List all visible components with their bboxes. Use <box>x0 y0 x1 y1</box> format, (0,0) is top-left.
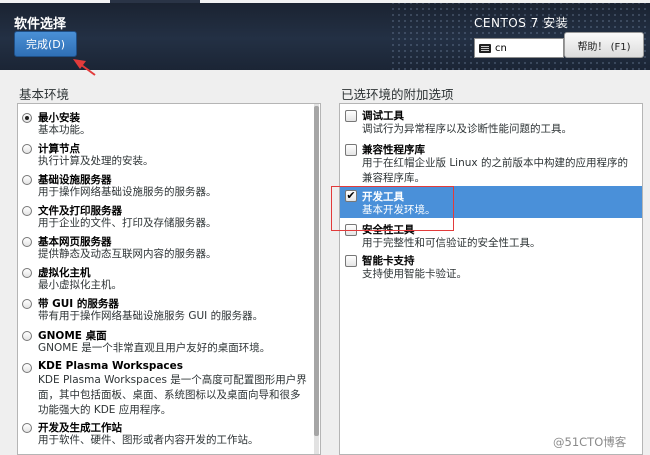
radio-button[interactable] <box>22 423 32 433</box>
env-desc-line: KDE Plasma Workspaces 是一个高度可配置图形用户界 <box>38 374 307 386</box>
radio-button[interactable] <box>22 175 32 185</box>
checkbox[interactable] <box>345 255 357 267</box>
checkbox[interactable] <box>345 144 357 156</box>
radio-button[interactable] <box>22 299 32 309</box>
env-name: KDE Plasma Workspaces <box>38 360 184 372</box>
env-desc: 提供静态及动态互联网内容的服务器。 <box>38 248 217 260</box>
radio-button[interactable] <box>22 363 32 373</box>
addon-desc: 调试行为异常程序以及诊断性能问题的工具。 <box>362 123 572 135</box>
radio-button[interactable] <box>22 268 32 278</box>
base-env-gnome-desktop[interactable]: GNOME 桌面 GNOME 是一个非常直观且用户友好的桌面环境。 <box>18 326 320 356</box>
addon-smart-card-support[interactable]: 智能卡支持 支持使用智能卡验证。 <box>340 251 642 282</box>
base-env-web-server[interactable]: 基本网页服务器 提供静态及动态互联网内容的服务器。 <box>18 232 320 262</box>
addon-name: 调试工具 <box>362 110 404 122</box>
base-env-minimal[interactable]: 最小安装 基本功能。 <box>18 108 320 138</box>
env-desc-line: 面，其中包括面板、桌面、系统图标以及桌面向导和很多 <box>38 389 301 401</box>
env-desc: 执行计算及处理的安装。 <box>38 155 154 167</box>
base-env-dev-workstation[interactable]: 开发及生成工作站 用于软件、硬件、图形或者内容开发的工作站。 <box>18 418 320 448</box>
env-desc: 用于操作网络基础设施服务的服务器。 <box>38 186 217 198</box>
addons-list: 调试工具 调试行为异常程序以及诊断性能问题的工具。 兼容性程序库 用于在红帽企业… <box>339 103 643 455</box>
base-env-server-with-gui[interactable]: 带 GUI 的服务器 带有用于操作网络基础设施服务 GUI 的服务器。 <box>18 294 320 324</box>
highlight-box <box>331 186 454 231</box>
env-desc: 用于企业的文件、打印及存储服务器。 <box>38 217 217 229</box>
env-desc: GNOME 是一个非常直观且用户友好的桌面环境。 <box>38 342 271 354</box>
addon-desc-line: 兼容程序库。 <box>362 172 425 184</box>
addon-desc-line: 用于在红帽企业版 Linux 的之前版本中构建的应用程序的 <box>362 157 628 169</box>
checkbox[interactable] <box>345 110 357 122</box>
addons-label: 已选环境的附加选项 <box>341 87 454 102</box>
addon-name: 兼容性程序库 <box>362 144 425 156</box>
radio-button[interactable] <box>22 144 32 154</box>
base-environment-list: 最小安装 基本功能。 计算节点 执行计算及处理的安装。 基础设施服务器 用于操作… <box>17 103 321 455</box>
addon-desc: 支持使用智能卡验证。 <box>362 268 467 280</box>
base-env-file-print-server[interactable]: 文件及打印服务器 用于企业的文件、打印及存储服务器。 <box>18 201 320 231</box>
base-env-compute-node[interactable]: 计算节点 执行计算及处理的安装。 <box>18 139 320 169</box>
env-desc: 基本功能。 <box>38 124 91 136</box>
addon-debugging-tools[interactable]: 调试工具 调试行为异常程序以及诊断性能问题的工具。 <box>340 106 642 137</box>
base-environment-label: 基本环境 <box>19 87 70 102</box>
base-env-kde-plasma[interactable]: KDE Plasma Workspaces KDE Plasma Workspa… <box>18 358 320 418</box>
env-desc: 带有用于操作网络基础设施服务 GUI 的服务器。 <box>38 310 264 322</box>
radio-button[interactable] <box>22 237 32 247</box>
addon-name: 智能卡支持 <box>362 255 415 267</box>
scrollbar-thumb[interactable] <box>314 106 319 436</box>
env-desc: 最小虚拟化主机。 <box>38 279 122 291</box>
radio-button[interactable] <box>22 331 32 341</box>
addon-desc: 用于完整性和可信验证的安全性工具。 <box>362 237 541 249</box>
env-desc-line: 功能强大的 KDE 应用程序。 <box>38 404 172 416</box>
radio-button[interactable] <box>22 206 32 216</box>
env-desc: 用于软件、硬件、图形或者内容开发的工作站。 <box>38 434 259 446</box>
addon-compat-libraries[interactable]: 兼容性程序库 用于在红帽企业版 Linux 的之前版本中构建的应用程序的 兼容程… <box>340 140 642 186</box>
base-env-virtualization-host[interactable]: 虚拟化主机 最小虚拟化主机。 <box>18 263 320 293</box>
watermark: @51CTO博客 <box>553 435 627 449</box>
annotation-arrow <box>73 59 96 76</box>
radio-button[interactable] <box>22 113 32 123</box>
base-env-infrastructure-server[interactable]: 基础设施服务器 用于操作网络基础设施服务的服务器。 <box>18 170 320 200</box>
